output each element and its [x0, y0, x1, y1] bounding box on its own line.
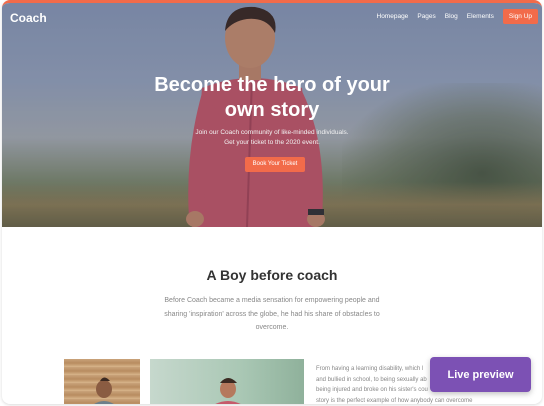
- site-logo[interactable]: Coach: [10, 11, 47, 25]
- about-section-title: A Boy before coach: [206, 267, 338, 283]
- hero-section: Coach Homepage Pages Blog Elements Sign …: [2, 3, 542, 227]
- wood-wall-photo: [64, 359, 140, 404]
- hero-subtitle: Join our Coach community of like-minded …: [2, 128, 542, 148]
- signup-button[interactable]: Sign Up: [502, 9, 538, 24]
- about-section-text: Before Coach became a media sensation fo…: [164, 297, 380, 331]
- nav-link-pages[interactable]: Pages: [417, 13, 435, 20]
- book-ticket-button[interactable]: Book Your Ticket: [245, 157, 305, 172]
- hero-title-line-2: own story: [224, 99, 320, 121]
- hero-subtitle-line-2: Get your ticket to the 2020 event.: [224, 139, 320, 146]
- nav-link-homepage[interactable]: Homepage: [377, 13, 409, 20]
- story-line-4: story is the perfect example of how anyb…: [316, 397, 473, 404]
- nav-link-elements[interactable]: Elements: [467, 13, 494, 20]
- main-nav: Homepage Pages Blog Elements Sign Up: [368, 9, 538, 24]
- nav-link-blog[interactable]: Blog: [445, 13, 458, 20]
- site-preview-frame: Coach Homepage Pages Blog Elements Sign …: [2, 0, 542, 404]
- hero-subtitle-line-1: Join our Coach community of like-minded …: [195, 129, 349, 136]
- hero-title-line-1: Become the hero of your: [154, 74, 390, 96]
- field-photo: [150, 359, 304, 404]
- hero-title: Become the hero of your own story: [2, 73, 542, 123]
- live-preview-button[interactable]: Live preview: [430, 357, 531, 392]
